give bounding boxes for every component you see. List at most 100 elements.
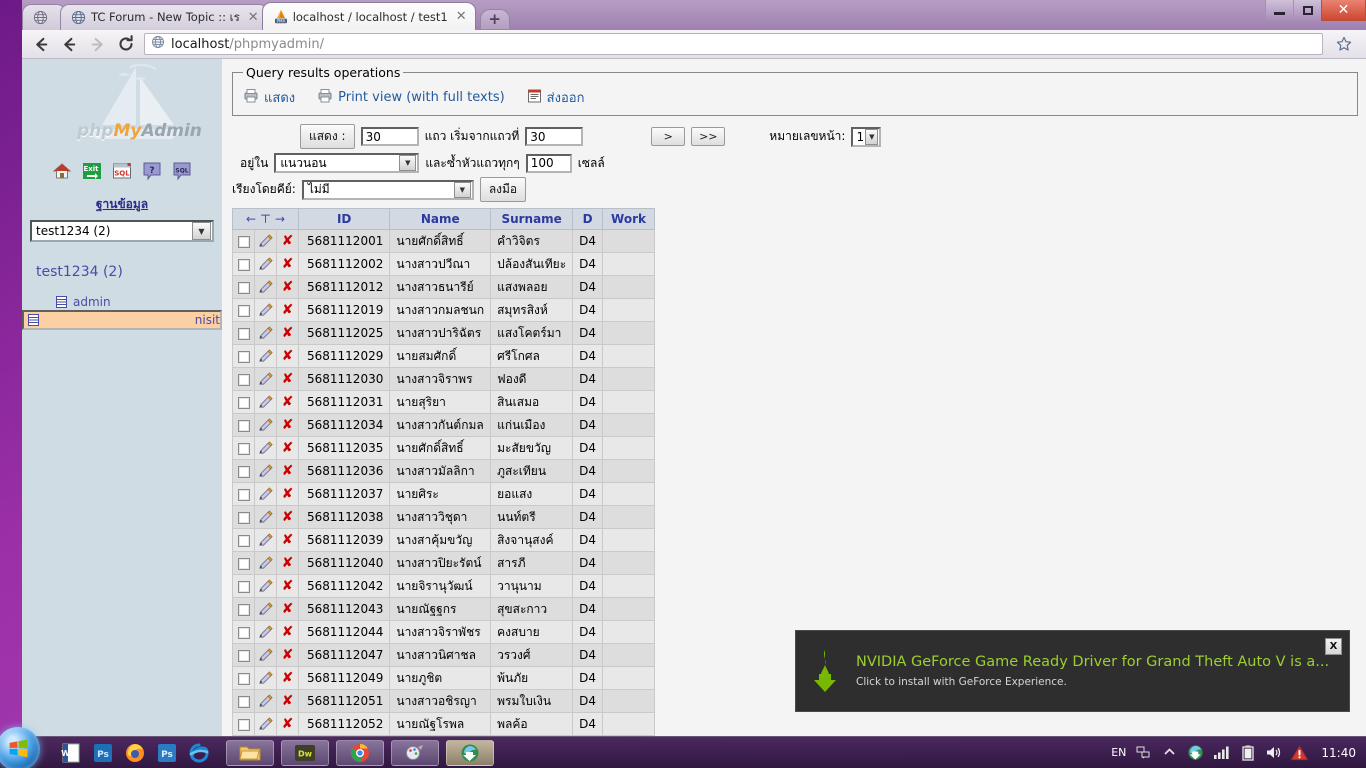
row-checkbox-cell[interactable] <box>232 252 255 276</box>
new-tab-button[interactable]: + <box>479 9 510 29</box>
table-row[interactable]: ✘ 5681112042 นายจิรานุวัฒน์ วานุนาม D4 <box>232 574 655 598</box>
row-edit-cell[interactable] <box>254 689 277 713</box>
row-edit-cell[interactable] <box>254 436 277 460</box>
op-display[interactable]: แสดง <box>243 87 295 108</box>
delete-x-icon[interactable]: ✘ <box>282 717 294 731</box>
edit-pencil-icon[interactable] <box>258 440 273 456</box>
row-delete-cell[interactable]: ✘ <box>276 551 299 575</box>
sort-by-key-select[interactable]: ไม่มี ▼ <box>301 179 474 200</box>
row-edit-cell[interactable] <box>254 459 277 483</box>
row-delete-cell[interactable]: ✘ <box>276 436 299 460</box>
explorer-icon[interactable] <box>226 739 274 766</box>
row-checkbox-cell[interactable] <box>232 597 255 621</box>
next-page-button[interactable]: > <box>651 127 686 146</box>
row-edit-cell[interactable] <box>254 367 277 391</box>
delete-x-icon[interactable]: ✘ <box>282 234 294 248</box>
delete-x-icon[interactable]: ✘ <box>282 303 294 317</box>
row-checkbox-cell[interactable] <box>232 367 255 391</box>
address-bar[interactable]: localhost/phpmyadmin/ <box>144 33 1323 55</box>
row-edit-cell[interactable] <box>254 413 277 437</box>
table-row[interactable]: ✘ 5681112019 นางสาวกมลชนก สมุทรสิงห์ D4 <box>232 298 655 322</box>
row-delete-cell[interactable]: ✘ <box>276 574 299 598</box>
sql-icon[interactable]: SQL <box>112 161 132 181</box>
table-row[interactable]: ✘ 5681112052 นายณัฐโรพล พลค้อ D4 <box>232 712 655 736</box>
row-checkbox-cell[interactable] <box>232 482 255 506</box>
row-delete-cell[interactable]: ✘ <box>276 321 299 345</box>
delete-x-icon[interactable]: ✘ <box>282 257 294 271</box>
row-checkbox-cell[interactable] <box>232 551 255 575</box>
delete-x-icon[interactable]: ✘ <box>282 418 294 432</box>
table-row[interactable]: ✘ 5681112001 นายศักดิ์สิทธิ์ คำวิจิตร D4 <box>232 229 655 253</box>
row-checkbox[interactable] <box>237 534 250 547</box>
row-checkbox-cell[interactable] <box>232 298 255 322</box>
row-edit-cell[interactable] <box>254 597 277 621</box>
nvidia-notification-toast[interactable]: NVIDIA GeForce Game Ready Driver for Gra… <box>795 630 1350 712</box>
idm-icon[interactable] <box>446 739 494 766</box>
page-number-select[interactable]: 1 ▼ <box>851 126 882 147</box>
column-header-d[interactable]: D <box>572 208 604 230</box>
photoshop2-icon[interactable]: Ps <box>154 740 180 766</box>
delete-x-icon[interactable]: ✘ <box>282 602 294 616</box>
close-icon[interactable]: ✕ <box>248 11 259 24</box>
reload-icon[interactable] <box>116 35 135 54</box>
table-row[interactable]: ✘ 5681112036 นางสาวมัลลิกา ภูสะเทียน D4 <box>232 459 655 483</box>
row-checkbox-cell[interactable] <box>232 459 255 483</box>
row-checkbox-cell[interactable] <box>232 229 255 253</box>
row-checkbox[interactable] <box>237 488 250 501</box>
edit-pencil-icon[interactable] <box>258 532 273 548</box>
volume-icon[interactable] <box>1265 744 1282 761</box>
row-checkbox[interactable] <box>237 327 250 340</box>
edit-pencil-icon[interactable] <box>258 670 273 686</box>
row-checkbox[interactable] <box>237 258 250 271</box>
delete-x-icon[interactable]: ✘ <box>282 372 294 386</box>
delete-x-icon[interactable]: ✘ <box>282 464 294 478</box>
row-checkbox[interactable] <box>237 649 250 662</box>
row-checkbox[interactable] <box>237 396 250 409</box>
row-checkbox-cell[interactable] <box>232 321 255 345</box>
edit-pencil-icon[interactable] <box>258 647 273 663</box>
edit-pencil-icon[interactable] <box>258 463 273 479</box>
row-edit-cell[interactable] <box>254 666 277 690</box>
row-delete-cell[interactable]: ✘ <box>276 252 299 276</box>
row-checkbox[interactable] <box>237 235 250 248</box>
table-row[interactable]: ✘ 5681112002 นางสาวปวีณา ปล้องสันเทียะ D4 <box>232 252 655 276</box>
edit-pencil-icon[interactable] <box>258 578 273 594</box>
phpmyadmin-logo[interactable]: phpMyAdmin <box>22 59 222 159</box>
edit-pencil-icon[interactable] <box>258 394 273 410</box>
delete-x-icon[interactable]: ✘ <box>282 648 294 662</box>
signal-icon[interactable] <box>1213 744 1230 761</box>
delete-x-icon[interactable]: ✘ <box>282 694 294 708</box>
row-delete-cell[interactable]: ✘ <box>276 597 299 621</box>
delete-x-icon[interactable]: ✘ <box>282 349 294 363</box>
language-indicator[interactable]: EN <box>1111 746 1126 759</box>
edit-pencil-icon[interactable] <box>258 348 273 364</box>
row-edit-cell[interactable] <box>254 574 277 598</box>
edit-pencil-icon[interactable] <box>258 233 273 249</box>
row-delete-cell[interactable]: ✘ <box>276 643 299 667</box>
edit-pencil-icon[interactable] <box>258 601 273 617</box>
row-delete-cell[interactable]: ✘ <box>276 367 299 391</box>
table-row[interactable]: ✘ 5681112034 นางสาวกันต์กมล แก่นเมือง D4 <box>232 413 655 437</box>
table-row[interactable]: ✘ 5681112025 นางสาวปาริฉัตร แสงโคตร์มา D4 <box>232 321 655 345</box>
delete-x-icon[interactable]: ✘ <box>282 625 294 639</box>
battery-icon[interactable] <box>1239 744 1256 761</box>
delete-x-icon[interactable]: ✘ <box>282 326 294 340</box>
row-checkbox-cell[interactable] <box>232 574 255 598</box>
column-header-surname[interactable]: Surname <box>490 208 574 230</box>
row-checkbox-cell[interactable] <box>232 505 255 529</box>
row-edit-cell[interactable] <box>254 551 277 575</box>
delete-x-icon[interactable]: ✘ <box>282 533 294 547</box>
row-delete-cell[interactable]: ✘ <box>276 666 299 690</box>
row-checkbox-cell[interactable] <box>232 413 255 437</box>
row-delete-cell[interactable]: ✘ <box>276 390 299 414</box>
direction-select[interactable]: แนวนอน ▼ <box>274 153 420 173</box>
firefox-icon[interactable] <box>122 740 148 766</box>
delete-x-icon[interactable]: ✘ <box>282 671 294 685</box>
show-count-input[interactable]: 30 <box>360 127 419 146</box>
edit-pencil-icon[interactable] <box>258 371 273 387</box>
row-delete-cell[interactable]: ✘ <box>276 413 299 437</box>
delete-x-icon[interactable]: ✘ <box>282 487 294 501</box>
row-checkbox-cell[interactable] <box>232 344 255 368</box>
row-checkbox-cell[interactable] <box>232 712 255 736</box>
help-icon[interactable]: ? <box>142 161 162 181</box>
